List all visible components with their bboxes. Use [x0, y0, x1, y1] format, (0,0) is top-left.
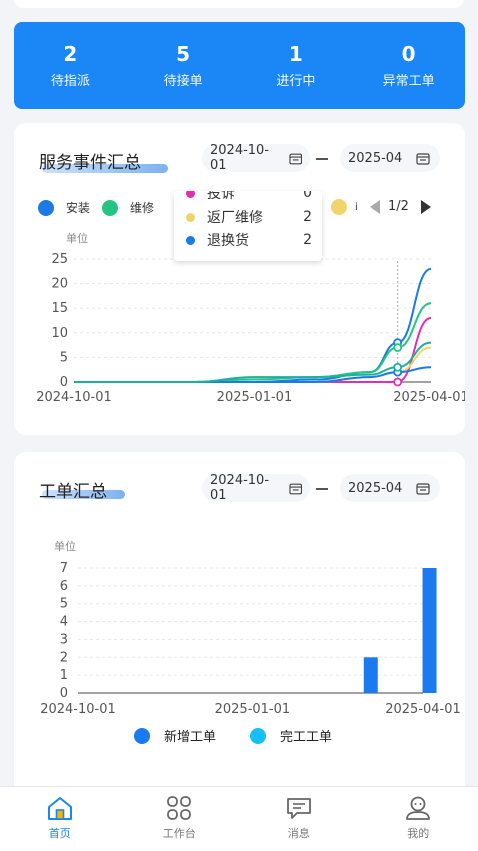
stat-label: 进行中 [276, 70, 315, 89]
tab-label: 消息 [288, 825, 310, 841]
stat-value: 1 [289, 42, 303, 66]
bar-新增工单 [364, 657, 378, 693]
work-order-summary-card: 工单汇总 2024-10-01 2025-04 单位012345672024-1… [14, 452, 465, 802]
bottom-tab-bar: 首页 工作台 消息 我的 [0, 786, 478, 851]
legend-label: 完工工单 [280, 726, 332, 745]
tooltip-name: 退换货 [207, 230, 303, 250]
bar-chart[interactable]: 单位 0 1 2 3 4 5 6 7 2024-10-01 2025-01-01 2025-04-01 [14, 452, 465, 802]
tooltip-dot [186, 236, 195, 245]
home-icon [46, 795, 74, 821]
legend-dot [134, 728, 150, 744]
tooltip-value: 2 [303, 232, 312, 248]
message-icon [285, 795, 313, 821]
tooltip-name: 投诉 [207, 191, 303, 203]
tab-label: 工作台 [163, 825, 196, 841]
tab-workbench[interactable]: 工作台 [120, 787, 240, 851]
stats-banner: 2 待指派 5 待接单 1 进行中 0 异常工单 [14, 22, 465, 109]
stat-pending-assign[interactable]: 2 待指派 [14, 22, 127, 109]
y-tick-label: 4 [60, 615, 68, 630]
y-tick-label: 1 [60, 668, 68, 683]
stat-value: 2 [63, 42, 77, 66]
y-tick-label: 3 [60, 632, 68, 647]
stat-label: 异常工单 [383, 70, 435, 89]
stat-value: 0 [402, 42, 416, 66]
tab-label: 首页 [49, 825, 71, 841]
x-tick-label: 2025-04-01 [393, 390, 465, 405]
hover-point-2 [394, 379, 401, 386]
line-series-1 [74, 303, 431, 382]
tooltip-value: 0 [303, 191, 312, 201]
legend-label: 新增工单 [164, 726, 216, 745]
y-tick-label: 10 [51, 326, 68, 341]
tab-mine[interactable]: 我的 [359, 787, 478, 851]
tooltip-row: 投诉 0 [186, 191, 312, 203]
stat-label: 待接单 [164, 70, 203, 89]
tooltip-name: 返厂维修 [207, 207, 303, 227]
hover-point-5 [394, 364, 401, 371]
y-tick-label: 20 [51, 277, 68, 292]
y-tick-label: 0 [60, 686, 68, 701]
y-tick-label: 5 [60, 597, 68, 612]
tooltip-dot [186, 191, 195, 198]
x-tick-label: 2025-01-01 [217, 390, 293, 405]
legend-item-new-orders[interactable]: 新增工单 [134, 726, 216, 745]
y-axis-label: 单位 [54, 539, 76, 553]
stat-pending-accept[interactable]: 5 待接单 [127, 22, 240, 109]
bar-新增工单 [423, 568, 437, 693]
tooltip-row: 退换货 2 [186, 230, 312, 250]
tab-home[interactable]: 首页 [0, 787, 120, 851]
line-series-2 [74, 318, 431, 382]
stat-abnormal[interactable]: 0 异常工单 [352, 22, 465, 109]
service-summary-card: 服务事件汇总 2024-10-01 2025-04 安装 维修 i 1/2 投诉… [14, 123, 465, 435]
x-tick-label: 2024-10-01 [40, 702, 116, 717]
x-tick-label: 2025-04-01 [385, 702, 461, 717]
hover-point-1 [394, 344, 401, 351]
stat-in-progress[interactable]: 1 进行中 [240, 22, 353, 109]
y-tick-label: 5 [60, 350, 68, 365]
y-tick-label: 15 [51, 301, 68, 316]
legend-item-completed-orders[interactable]: 完工工单 [250, 726, 332, 745]
tooltip-dot [186, 213, 195, 222]
stat-label: 待指派 [51, 70, 90, 89]
tooltip-row: 返厂维修 2 [186, 207, 312, 227]
y-tick-label: 2 [60, 650, 68, 665]
y-axis-label: 单位 [66, 231, 88, 245]
y-tick-label: 6 [60, 579, 68, 594]
tab-label: 我的 [407, 825, 429, 841]
service-summary-title: 服务事件汇总 [39, 148, 141, 173]
tab-messages[interactable]: 消息 [239, 787, 359, 851]
grid-icon [165, 795, 193, 821]
line-series-0 [74, 269, 431, 382]
y-tick-label: 0 [60, 375, 68, 390]
legend-dot [250, 728, 266, 744]
y-tick-label: 25 [51, 252, 68, 267]
x-tick-label: 2025-01-01 [215, 702, 291, 717]
user-icon [404, 795, 432, 821]
tooltip-value: 2 [303, 209, 312, 225]
work-order-summary-title: 工单汇总 [39, 477, 107, 502]
x-tick-label: 2024-10-01 [36, 390, 112, 405]
work-order-legend: 新增工单 完工工单 [134, 726, 366, 745]
stat-value: 5 [176, 42, 190, 66]
chart-tooltip: 投诉 0 返厂维修 2 退换货 2 [174, 191, 322, 261]
y-tick-label: 7 [60, 561, 68, 576]
top-card-remnant [14, 0, 464, 8]
